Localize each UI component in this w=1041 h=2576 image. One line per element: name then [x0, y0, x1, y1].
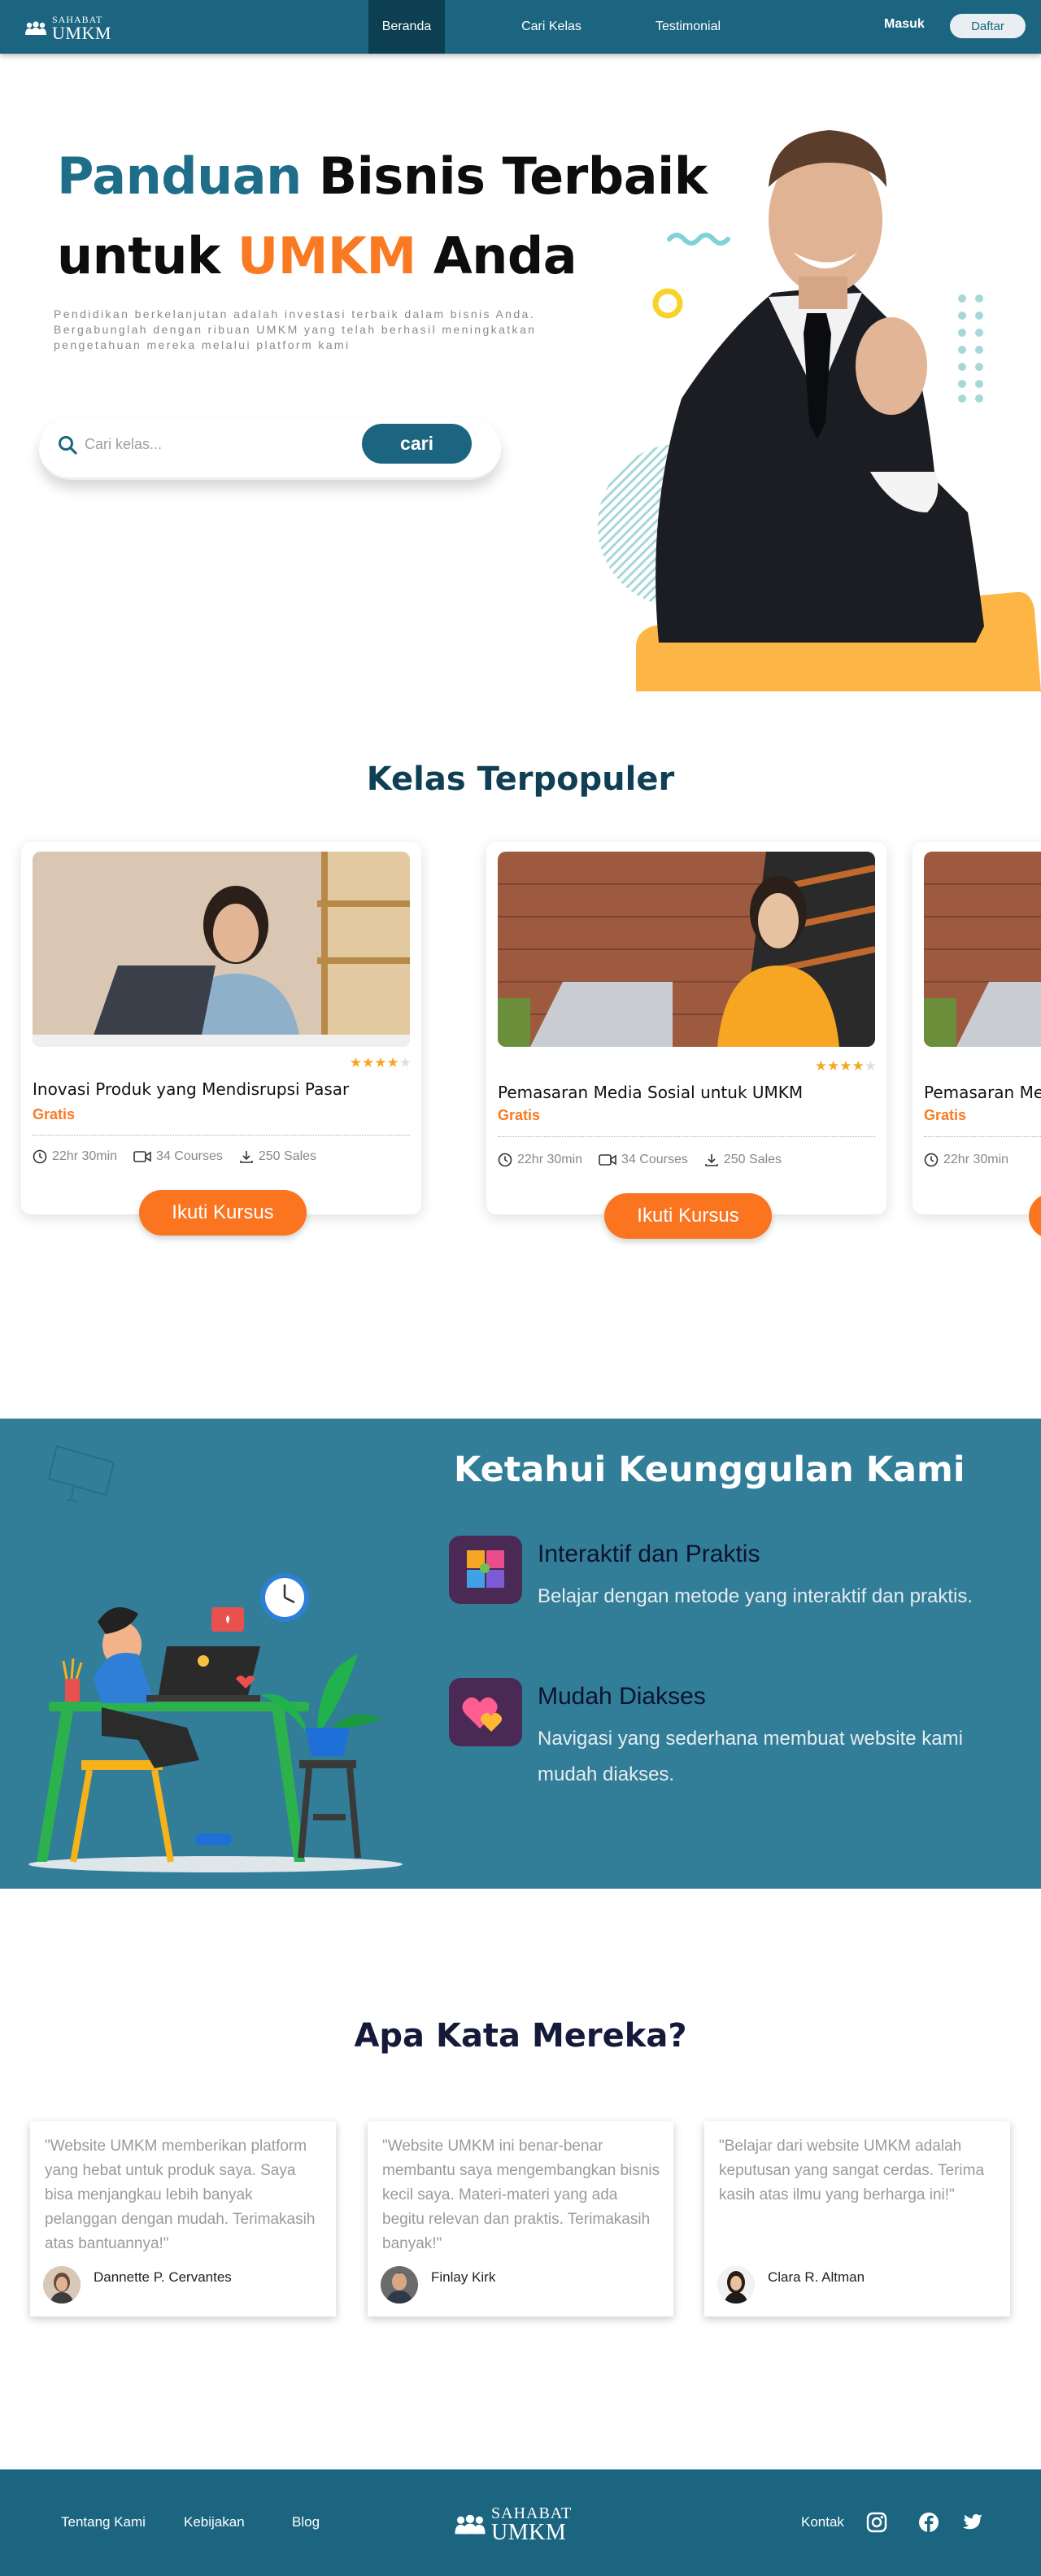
testimonial-card: "Website UMKM memberikan platform yang h… [30, 2121, 336, 2317]
courses-section-title: Kelas Terpopuler [366, 761, 675, 798]
nav-cari-kelas[interactable]: Cari Kelas [504, 0, 599, 54]
course-title: Inovasi Produk yang Mendisrupsi Pasar [33, 1079, 350, 1099]
navbar: SAHABAT UMKM Beranda Cari Kelas Testimon… [0, 0, 1041, 54]
woman-at-desk-illustration [28, 1573, 403, 1872]
hero-title-highlight: Panduan [57, 146, 302, 206]
facebook-icon[interactable] [917, 2511, 940, 2534]
feature-name: Mudah Diakses [538, 1683, 706, 1710]
course-title: Pemasaran Me [924, 1083, 1041, 1102]
footer-logo[interactable]: SAHABAT UMKM [454, 2505, 572, 2544]
nav-beranda[interactable]: Beranda [368, 0, 445, 54]
course-sales: 250 Sales [258, 1149, 317, 1163]
logo-text-bottom: UMKM [52, 23, 111, 43]
course-count: 34 Courses [156, 1149, 223, 1163]
video-icon [599, 1154, 616, 1166]
avatar [381, 2266, 418, 2304]
avatar [717, 2266, 755, 2304]
clock-icon [33, 1149, 47, 1164]
footer-link-contact[interactable]: Kontak [801, 2514, 844, 2530]
course-duration: 22hr 30min [52, 1149, 118, 1163]
testimonial-quote: "Belajar dari website UMKM adalah keputu… [719, 2138, 985, 2203]
rating-stars: ★★★★★ [349, 1055, 412, 1070]
nav-testimonial[interactable]: Testimonial [642, 0, 734, 54]
course-duration: 22hr 30min [517, 1153, 583, 1166]
course-title: Pemasaran Media Sosial untuk UMKM [498, 1083, 804, 1102]
download-icon [705, 1154, 718, 1166]
course-card: Pemasaran Me Gratis 22hr 30min [913, 842, 1041, 1239]
course-image [924, 852, 1041, 1047]
testimonial-author: Dannette P. Cervantes [94, 2269, 232, 2285]
video-icon [133, 1151, 151, 1162]
feature-name: Interaktif dan Praktis [538, 1541, 760, 1567]
follow-course-button[interactable]: Ikuti Kursus [139, 1190, 307, 1236]
course-meta: 22hr 30min [924, 1153, 1025, 1167]
course-image [33, 852, 410, 1047]
feature-description: Navigasi yang sederhana membuat website … [538, 1728, 963, 1785]
rating-stars: ★★★★★ [814, 1058, 877, 1074]
footer-link-policy[interactable]: Kebijakan [184, 2514, 245, 2530]
puzzle-icon [449, 1536, 522, 1604]
testimonial-author: Finlay Kirk [431, 2269, 496, 2285]
clock-icon [924, 1153, 939, 1167]
course-sales: 250 Sales [723, 1153, 782, 1166]
feature-description: Belajar dengan metode yang interaktif da… [538, 1585, 973, 1607]
hearts-icon [449, 1678, 522, 1746]
testimonial-quote: "Website UMKM ini benar-benar membantu s… [382, 2138, 660, 2252]
course-meta: 22hr 30min 34 Courses 250 Sales [498, 1153, 798, 1167]
course-duration: 22hr 30min [943, 1153, 1009, 1166]
search-bar: cari [39, 418, 501, 480]
login-link[interactable]: Masuk [884, 17, 925, 32]
logo-text-bottom: UMKM [491, 2520, 567, 2545]
logo[interactable]: SAHABAT UMKM [24, 15, 111, 42]
testimonial-author: Clara R. Altman [768, 2269, 865, 2285]
divider [924, 1136, 1041, 1137]
follow-course-button[interactable]: Ikuti Kursus [604, 1193, 772, 1239]
course-price: Gratis [33, 1106, 76, 1122]
features-title: Ketahui Keunggulan Kami [454, 1449, 965, 1490]
search-input[interactable] [85, 432, 345, 456]
course-meta: 22hr 30min 34 Courses 250 Sales [33, 1149, 333, 1164]
testimonial-quote: "Website UMKM memberikan platform yang h… [45, 2138, 316, 2252]
footer-link-about[interactable]: Tentang Kami [61, 2514, 146, 2530]
testimonial-card: "Belajar dari website UMKM adalah keputu… [704, 2121, 1010, 2317]
clock-icon [498, 1153, 512, 1167]
hero-description: Pendidikan berkelanjutan adalah investas… [54, 307, 537, 351]
features-section: Ketahui Keunggulan Kami Interaktif dan P… [0, 1419, 1041, 1889]
testimonials-title: Apa Kata Mereka? [354, 2017, 687, 2055]
register-button[interactable]: Daftar [950, 14, 1026, 38]
search-icon [59, 436, 77, 455]
instagram-icon[interactable] [865, 2511, 888, 2534]
people-icon [455, 2514, 486, 2535]
logo-text-top: SAHABAT [491, 2504, 573, 2522]
search-button[interactable]: cari [362, 424, 472, 464]
hero-title-umkm: UMKM [237, 226, 416, 285]
people-icon [25, 21, 46, 35]
hero-title-text: untuk [57, 226, 237, 285]
page: SAHABAT UMKM Beranda Cari Kelas Testimon… [0, 0, 1041, 2576]
download-icon [240, 1151, 253, 1163]
course-price: Gratis [924, 1107, 967, 1123]
course-card: ★★★★★ Pemasaran Media Sosial untuk UMKM … [486, 842, 886, 1239]
footer: Tentang Kami Kebijakan Blog SAHABAT UMKM… [0, 2469, 1041, 2576]
divider [498, 1136, 875, 1137]
footer-link-blog[interactable]: Blog [292, 2514, 320, 2530]
testimonial-card: "Website UMKM ini benar-benar membantu s… [368, 2121, 673, 2317]
avatar [43, 2266, 81, 2304]
hero-title-text: Anda [416, 226, 577, 285]
course-price: Gratis [498, 1107, 541, 1123]
follow-course-button[interactable] [1029, 1193, 1041, 1239]
monitor-outline-icon [47, 1445, 115, 1502]
hero-businessman-image [598, 130, 1041, 691]
twitter-icon[interactable] [961, 2511, 984, 2534]
course-card: ★★★★★ Inovasi Produk yang Mendisrupsi Pa… [21, 842, 421, 1236]
course-image [498, 852, 875, 1047]
course-count: 34 Courses [621, 1153, 688, 1166]
